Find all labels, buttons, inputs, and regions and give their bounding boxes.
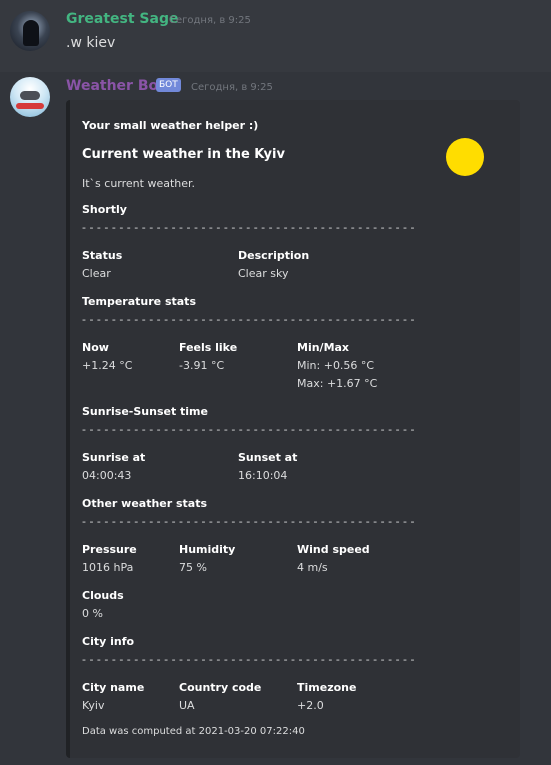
section-title: Sunrise-Sunset time: [82, 405, 208, 418]
section-title: Temperature stats: [82, 295, 196, 308]
separator: - - - - - - - - - - - - - - - - - - - - …: [82, 423, 415, 436]
field-feels-like: Feels like -3.91 °C: [179, 339, 237, 375]
embed-author: Your small weather helper :): [82, 119, 259, 132]
separator: - - - - - - - - - - - - - - - - - - - - …: [82, 313, 415, 326]
bot-message-timestamp: Сегодня, в 9:25: [191, 82, 273, 93]
field-name: Pressure: [82, 543, 137, 556]
field-humidity: Humidity 75 %: [179, 541, 235, 577]
embed-title: Current weather in the Kyiv: [82, 147, 285, 162]
field-name: Clouds: [82, 589, 124, 602]
field-country-code: Country code UA: [179, 679, 261, 715]
field-min-max: Min/Max Min: +0.56 °C Max: +1.67 °C: [297, 339, 377, 393]
section-other-stats: Other weather stats - - - - - - - - - - …: [82, 495, 414, 531]
bot-message: Weather Bot БОТ Сегодня, в 9:25 Your sma…: [0, 72, 551, 765]
field-value: 4 m/s: [297, 561, 328, 574]
section-sunrise-sunset: Sunrise-Sunset time - - - - - - - - - - …: [82, 403, 414, 439]
field-name: Status: [82, 249, 123, 262]
sun-thumbnail-icon: [446, 138, 484, 176]
field-value: 75 %: [179, 561, 207, 574]
field-value: 0 %: [82, 607, 103, 620]
section-temperature: Temperature stats - - - - - - - - - - - …: [82, 293, 414, 329]
field-name: Timezone: [297, 681, 357, 694]
field-now: Now +1.24 °C: [82, 339, 132, 375]
field-value: Clear: [82, 267, 111, 280]
user-name[interactable]: Greatest Sage: [66, 11, 178, 27]
field-wind-speed: Wind speed 4 m/s: [297, 541, 370, 577]
field-description: Description Clear sky: [238, 247, 309, 283]
weather-embed: Your small weather helper :) Current wea…: [66, 100, 520, 758]
field-pressure: Pressure 1016 hPa: [82, 541, 137, 577]
separator: - - - - - - - - - - - - - - - - - - - - …: [82, 221, 415, 234]
field-name: Sunset at: [238, 451, 298, 464]
field-name: Sunrise at: [82, 451, 146, 464]
section-shortly: Shortly - - - - - - - - - - - - - - - - …: [82, 201, 414, 237]
field-value-max: Max: +1.67 °C: [297, 377, 378, 390]
user-message-text: .w kiev: [66, 35, 116, 51]
section-title: Other weather stats: [82, 497, 208, 510]
field-name: City name: [82, 681, 145, 694]
field-value: +1.24 °C: [82, 359, 133, 372]
embed-footer: Data was computed at 2021-03-20 07:22:40: [82, 726, 305, 737]
field-value: -3.91 °C: [179, 359, 225, 372]
field-timezone: Timezone +2.0: [297, 679, 356, 715]
field-value: Clear sky: [238, 267, 289, 280]
field-name: Wind speed: [297, 543, 370, 556]
field-value-min: Min: +0.56 °C: [297, 359, 375, 372]
field-name: Feels like: [179, 341, 238, 354]
field-value: UA: [179, 699, 195, 712]
field-value: 16:10:04: [238, 469, 288, 482]
user-avatar[interactable]: [10, 11, 50, 51]
field-value: 04:00:43: [82, 469, 132, 482]
field-name: Description: [238, 249, 310, 262]
section-city-info: City info - - - - - - - - - - - - - - - …: [82, 633, 414, 669]
user-message: Greatest Sage Сегодня, в 9:25 .w kiev: [0, 0, 551, 72]
field-sunset: Sunset at 16:10:04: [238, 449, 297, 485]
embed-description: It`s current weather.: [82, 177, 196, 190]
field-status: Status Clear: [82, 247, 122, 283]
field-name: Now: [82, 341, 109, 354]
field-name: Humidity: [179, 543, 236, 556]
field-clouds: Clouds 0 %: [82, 587, 124, 623]
bot-name[interactable]: Weather Bot: [66, 78, 165, 94]
field-sunrise: Sunrise at 04:00:43: [82, 449, 145, 485]
field-name: Min/Max: [297, 341, 350, 354]
bot-tag-badge: БОТ: [156, 78, 181, 92]
field-city-name: City name Kyiv: [82, 679, 144, 715]
separator: - - - - - - - - - - - - - - - - - - - - …: [82, 653, 415, 666]
field-value: Kyiv: [82, 699, 105, 712]
section-title: City info: [82, 635, 135, 648]
section-title: Shortly: [82, 203, 127, 216]
field-value: +2.0: [297, 699, 324, 712]
separator: - - - - - - - - - - - - - - - - - - - - …: [82, 515, 415, 528]
field-name: Country code: [179, 681, 262, 694]
bot-avatar[interactable]: [10, 77, 50, 117]
field-value: 1016 hPa: [82, 561, 134, 574]
user-message-timestamp: Сегодня, в 9:25: [169, 15, 251, 26]
